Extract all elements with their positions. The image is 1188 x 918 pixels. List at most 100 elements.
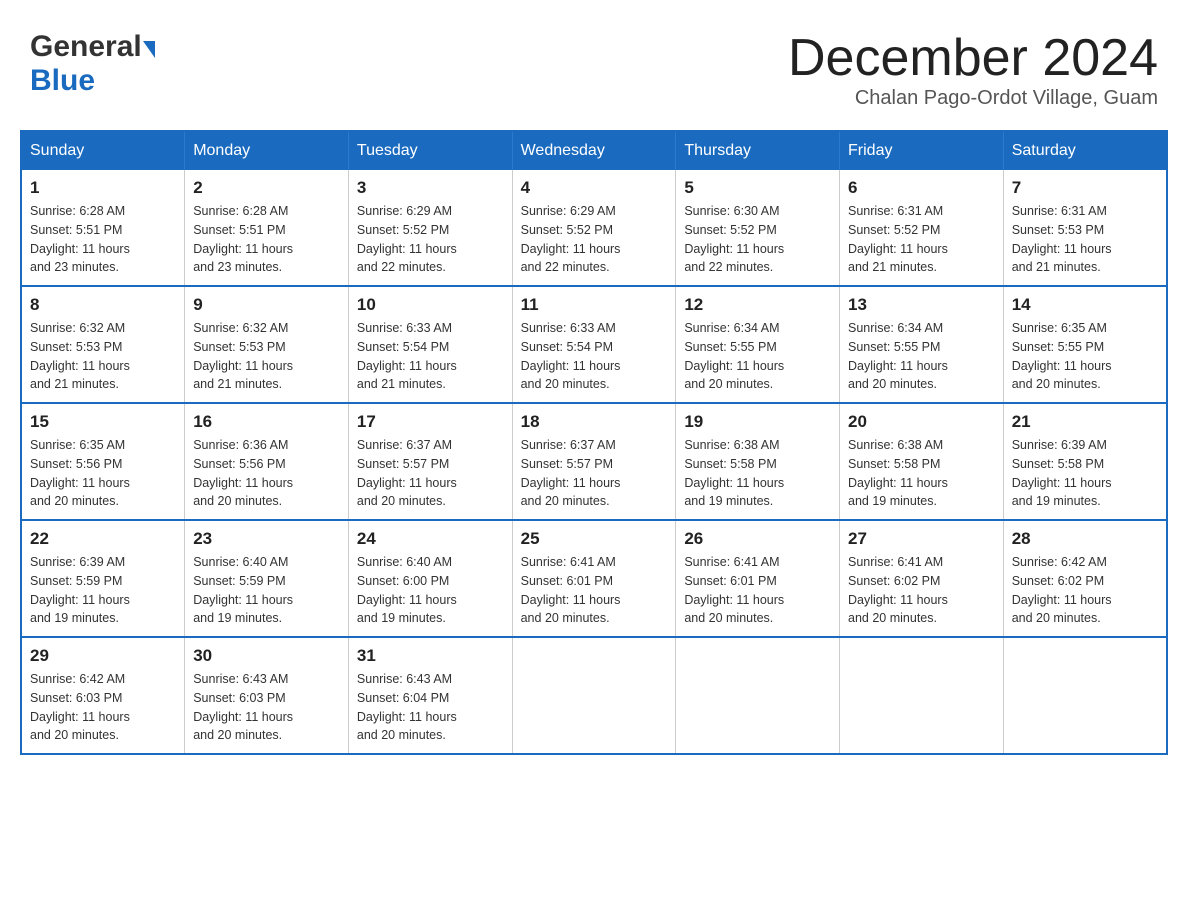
day-number: 24 <box>357 529 504 549</box>
week-row-3: 15 Sunrise: 6:35 AMSunset: 5:56 PMDaylig… <box>21 403 1167 520</box>
logo-general-text: General <box>30 30 142 64</box>
location-title: Chalan Pago-Ordot Village, Guam <box>788 87 1158 110</box>
week-row-5: 29 Sunrise: 6:42 AMSunset: 6:03 PMDaylig… <box>21 637 1167 754</box>
weekday-header-sunday: Sunday <box>21 131 185 170</box>
calendar-cell: 4 Sunrise: 6:29 AMSunset: 5:52 PMDayligh… <box>512 170 676 286</box>
day-number: 11 <box>521 295 668 315</box>
day-info: Sunrise: 6:32 AMSunset: 5:53 PMDaylight:… <box>193 321 293 391</box>
day-info: Sunrise: 6:40 AMSunset: 5:59 PMDaylight:… <box>193 555 293 625</box>
day-info: Sunrise: 6:37 AMSunset: 5:57 PMDaylight:… <box>521 438 621 508</box>
calendar-cell: 6 Sunrise: 6:31 AMSunset: 5:52 PMDayligh… <box>840 170 1004 286</box>
week-row-2: 8 Sunrise: 6:32 AMSunset: 5:53 PMDayligh… <box>21 286 1167 403</box>
calendar-cell <box>840 637 1004 754</box>
calendar-cell: 15 Sunrise: 6:35 AMSunset: 5:56 PMDaylig… <box>21 403 185 520</box>
day-info: Sunrise: 6:38 AMSunset: 5:58 PMDaylight:… <box>684 438 784 508</box>
day-info: Sunrise: 6:33 AMSunset: 5:54 PMDaylight:… <box>357 321 457 391</box>
calendar-cell: 20 Sunrise: 6:38 AMSunset: 5:58 PMDaylig… <box>840 403 1004 520</box>
weekday-header-saturday: Saturday <box>1003 131 1167 170</box>
calendar-cell: 16 Sunrise: 6:36 AMSunset: 5:56 PMDaylig… <box>185 403 349 520</box>
calendar-cell: 14 Sunrise: 6:35 AMSunset: 5:55 PMDaylig… <box>1003 286 1167 403</box>
day-info: Sunrise: 6:40 AMSunset: 6:00 PMDaylight:… <box>357 555 457 625</box>
day-number: 12 <box>684 295 831 315</box>
weekday-header-wednesday: Wednesday <box>512 131 676 170</box>
day-number: 7 <box>1012 178 1158 198</box>
logo-triangle-icon <box>143 41 155 58</box>
calendar-cell: 9 Sunrise: 6:32 AMSunset: 5:53 PMDayligh… <box>185 286 349 403</box>
day-info: Sunrise: 6:37 AMSunset: 5:57 PMDaylight:… <box>357 438 457 508</box>
calendar-cell: 10 Sunrise: 6:33 AMSunset: 5:54 PMDaylig… <box>348 286 512 403</box>
day-number: 28 <box>1012 529 1158 549</box>
calendar-cell: 27 Sunrise: 6:41 AMSunset: 6:02 PMDaylig… <box>840 520 1004 637</box>
day-number: 26 <box>684 529 831 549</box>
day-info: Sunrise: 6:38 AMSunset: 5:58 PMDaylight:… <box>848 438 948 508</box>
day-number: 16 <box>193 412 340 432</box>
logo-blue-text: Blue <box>30 64 95 98</box>
weekday-header-thursday: Thursday <box>676 131 840 170</box>
day-info: Sunrise: 6:29 AMSunset: 5:52 PMDaylight:… <box>521 204 621 274</box>
day-info: Sunrise: 6:30 AMSunset: 5:52 PMDaylight:… <box>684 204 784 274</box>
day-info: Sunrise: 6:32 AMSunset: 5:53 PMDaylight:… <box>30 321 130 391</box>
day-number: 19 <box>684 412 831 432</box>
calendar-cell: 26 Sunrise: 6:41 AMSunset: 6:01 PMDaylig… <box>676 520 840 637</box>
calendar-cell: 19 Sunrise: 6:38 AMSunset: 5:58 PMDaylig… <box>676 403 840 520</box>
day-info: Sunrise: 6:33 AMSunset: 5:54 PMDaylight:… <box>521 321 621 391</box>
day-number: 25 <box>521 529 668 549</box>
calendar-cell: 22 Sunrise: 6:39 AMSunset: 5:59 PMDaylig… <box>21 520 185 637</box>
calendar-cell: 8 Sunrise: 6:32 AMSunset: 5:53 PMDayligh… <box>21 286 185 403</box>
calendar-cell: 29 Sunrise: 6:42 AMSunset: 6:03 PMDaylig… <box>21 637 185 754</box>
title-area: December 2024 Chalan Pago-Ordot Village,… <box>788 30 1158 110</box>
day-number: 5 <box>684 178 831 198</box>
day-number: 6 <box>848 178 995 198</box>
week-row-4: 22 Sunrise: 6:39 AMSunset: 5:59 PMDaylig… <box>21 520 1167 637</box>
calendar-cell: 25 Sunrise: 6:41 AMSunset: 6:01 PMDaylig… <box>512 520 676 637</box>
day-info: Sunrise: 6:36 AMSunset: 5:56 PMDaylight:… <box>193 438 293 508</box>
day-number: 14 <box>1012 295 1158 315</box>
calendar-cell <box>676 637 840 754</box>
calendar-cell: 23 Sunrise: 6:40 AMSunset: 5:59 PMDaylig… <box>185 520 349 637</box>
calendar-cell: 17 Sunrise: 6:37 AMSunset: 5:57 PMDaylig… <box>348 403 512 520</box>
day-number: 13 <box>848 295 995 315</box>
day-info: Sunrise: 6:31 AMSunset: 5:52 PMDaylight:… <box>848 204 948 274</box>
calendar-cell: 1 Sunrise: 6:28 AMSunset: 5:51 PMDayligh… <box>21 170 185 286</box>
day-info: Sunrise: 6:28 AMSunset: 5:51 PMDaylight:… <box>30 204 130 274</box>
day-number: 1 <box>30 178 176 198</box>
calendar-cell: 12 Sunrise: 6:34 AMSunset: 5:55 PMDaylig… <box>676 286 840 403</box>
day-number: 17 <box>357 412 504 432</box>
day-info: Sunrise: 6:35 AMSunset: 5:56 PMDaylight:… <box>30 438 130 508</box>
month-title: December 2024 <box>788 30 1158 87</box>
day-info: Sunrise: 6:39 AMSunset: 5:58 PMDaylight:… <box>1012 438 1112 508</box>
day-info: Sunrise: 6:43 AMSunset: 6:04 PMDaylight:… <box>357 672 457 742</box>
weekday-header-friday: Friday <box>840 131 1004 170</box>
calendar-cell: 30 Sunrise: 6:43 AMSunset: 6:03 PMDaylig… <box>185 637 349 754</box>
calendar-cell: 3 Sunrise: 6:29 AMSunset: 5:52 PMDayligh… <box>348 170 512 286</box>
day-info: Sunrise: 6:41 AMSunset: 6:02 PMDaylight:… <box>848 555 948 625</box>
day-number: 22 <box>30 529 176 549</box>
day-number: 2 <box>193 178 340 198</box>
day-number: 29 <box>30 646 176 666</box>
day-info: Sunrise: 6:35 AMSunset: 5:55 PMDaylight:… <box>1012 321 1112 391</box>
day-info: Sunrise: 6:34 AMSunset: 5:55 PMDaylight:… <box>684 321 784 391</box>
day-number: 31 <box>357 646 504 666</box>
calendar-cell: 13 Sunrise: 6:34 AMSunset: 5:55 PMDaylig… <box>840 286 1004 403</box>
day-number: 30 <box>193 646 340 666</box>
day-number: 27 <box>848 529 995 549</box>
day-number: 3 <box>357 178 504 198</box>
day-number: 18 <box>521 412 668 432</box>
calendar-table: SundayMondayTuesdayWednesdayThursdayFrid… <box>20 130 1168 755</box>
weekday-header-tuesday: Tuesday <box>348 131 512 170</box>
calendar-cell: 7 Sunrise: 6:31 AMSunset: 5:53 PMDayligh… <box>1003 170 1167 286</box>
page-header: General Blue December 2024 Chalan Pago-O… <box>20 20 1168 110</box>
calendar-cell: 11 Sunrise: 6:33 AMSunset: 5:54 PMDaylig… <box>512 286 676 403</box>
calendar-cell: 2 Sunrise: 6:28 AMSunset: 5:51 PMDayligh… <box>185 170 349 286</box>
day-info: Sunrise: 6:41 AMSunset: 6:01 PMDaylight:… <box>521 555 621 625</box>
calendar-cell: 5 Sunrise: 6:30 AMSunset: 5:52 PMDayligh… <box>676 170 840 286</box>
day-number: 4 <box>521 178 668 198</box>
calendar-cell: 31 Sunrise: 6:43 AMSunset: 6:04 PMDaylig… <box>348 637 512 754</box>
day-info: Sunrise: 6:39 AMSunset: 5:59 PMDaylight:… <box>30 555 130 625</box>
calendar-cell: 18 Sunrise: 6:37 AMSunset: 5:57 PMDaylig… <box>512 403 676 520</box>
weekday-header-row: SundayMondayTuesdayWednesdayThursdayFrid… <box>21 131 1167 170</box>
day-info: Sunrise: 6:34 AMSunset: 5:55 PMDaylight:… <box>848 321 948 391</box>
calendar-cell <box>512 637 676 754</box>
calendar-cell <box>1003 637 1167 754</box>
day-number: 15 <box>30 412 176 432</box>
